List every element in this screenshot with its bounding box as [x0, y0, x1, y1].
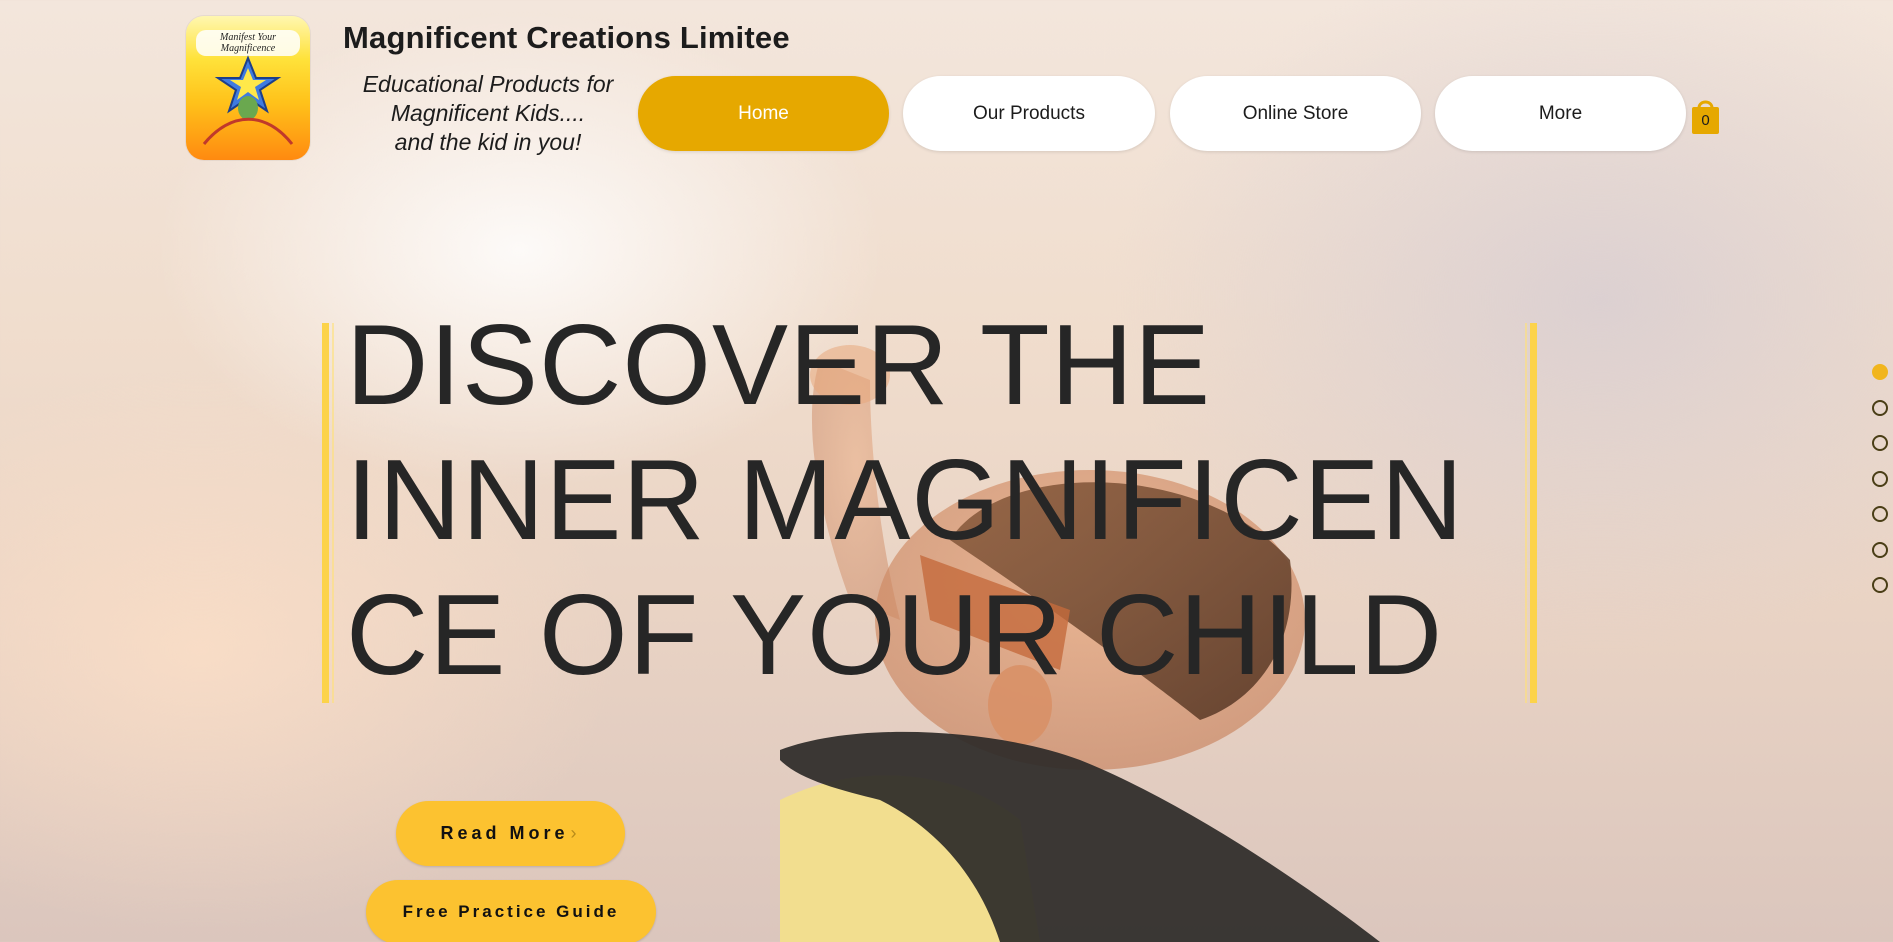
headline-line: CE OF YOUR CHILD: [346, 572, 1444, 699]
section-dot[interactable]: [1872, 364, 1888, 380]
site-tagline: Educational Products for Magnificent Kid…: [343, 70, 633, 157]
section-dot-nav: [1872, 364, 1888, 613]
section-dot[interactable]: [1872, 399, 1888, 416]
decorative-bar-left: [322, 323, 334, 703]
section-dot[interactable]: [1872, 470, 1888, 487]
cart-button[interactable]: 0: [1690, 96, 1721, 136]
company-logo[interactable]: Manifest Your Magnificence: [186, 16, 310, 160]
tagline-line: Educational Products for: [362, 71, 614, 97]
tagline-line: Magnificent Kids....: [390, 100, 586, 126]
section-dot[interactable]: [1872, 506, 1888, 522]
star-icon: [202, 55, 294, 145]
nav-more-button[interactable]: More: [1435, 76, 1686, 151]
site-title[interactable]: Magnificent Creations Limitee: [343, 20, 790, 56]
chevron-right-icon: ›: [570, 823, 581, 843]
nav-home-button[interactable]: Home: [638, 76, 889, 151]
headline-line: INNER MAGNIFICEN: [346, 437, 1465, 564]
nav-our-products-button[interactable]: Our Products: [903, 76, 1155, 151]
cart-count: 0: [1701, 112, 1710, 129]
read-more-button[interactable]: Read More ›: [396, 801, 625, 866]
headline-line: DISCOVER THE: [346, 302, 1212, 429]
section-dot[interactable]: [1872, 435, 1888, 451]
nav-online-store-button[interactable]: Online Store: [1170, 76, 1421, 151]
section-dot[interactable]: [1872, 541, 1888, 558]
hero-headline: DISCOVER THE INNER MAGNIFICEN CE OF YOUR…: [346, 298, 1526, 703]
section-dot[interactable]: [1872, 577, 1888, 593]
read-more-label: Read More: [440, 823, 569, 843]
decorative-bar-right: [1525, 323, 1537, 703]
free-practice-guide-button[interactable]: Free Practice Guide: [366, 880, 656, 942]
tagline-line: and the kid in you!: [394, 129, 582, 155]
